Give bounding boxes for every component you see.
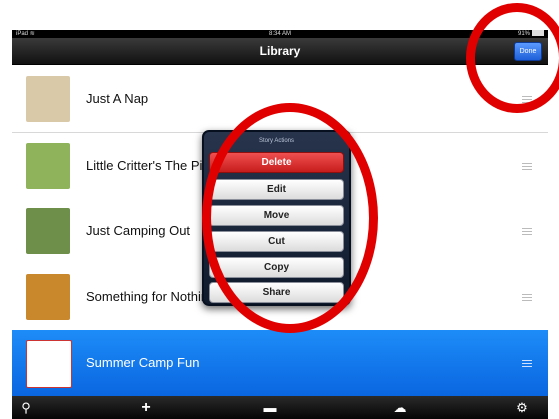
story-title: Just Camping Out	[86, 223, 191, 238]
book-cover	[26, 208, 70, 254]
reorder-handle-icon[interactable]	[522, 294, 532, 303]
move-button[interactable]: Move	[209, 205, 344, 226]
add-icon[interactable]: +	[134, 396, 158, 419]
list-item[interactable]: Just A Nap	[12, 66, 548, 133]
story-title: Summer Camp Fun	[86, 355, 200, 370]
book-cover	[26, 274, 70, 320]
list-item-selected[interactable]: Summer Camp Fun	[12, 330, 548, 397]
settings-icon[interactable]: ⚙	[510, 396, 534, 419]
reorder-handle-icon[interactable]	[522, 228, 532, 237]
search-icon[interactable]: ⚲	[14, 396, 38, 419]
new-folder-icon[interactable]: ▬	[258, 396, 282, 419]
reorder-handle-icon[interactable]	[522, 163, 532, 172]
share-button[interactable]: Share	[209, 282, 344, 303]
done-button[interactable]: Done	[514, 42, 542, 61]
delete-button[interactable]: Delete	[209, 152, 344, 173]
cut-button[interactable]: Cut	[209, 231, 344, 252]
reorder-handle-icon[interactable]	[522, 360, 532, 369]
book-cover	[26, 340, 72, 388]
story-actions-popover: Story Actions Delete Edit Move Cut Copy …	[202, 130, 351, 306]
battery-indicator: 91%	[518, 30, 544, 38]
page-title: Library	[259, 44, 301, 58]
story-title: Just A Nap	[86, 91, 149, 106]
story-title: Something for Nothing	[86, 289, 216, 304]
book-cover	[26, 76, 70, 122]
edit-button[interactable]: Edit	[209, 179, 344, 200]
reorder-handle-icon[interactable]	[522, 96, 532, 105]
navigation-bar: Library Done	[12, 38, 548, 65]
copy-button[interactable]: Copy	[209, 257, 344, 278]
book-cover	[26, 143, 70, 189]
cloud-upload-icon[interactable]: ☁	[388, 396, 412, 419]
clock: 8:34 AM	[268, 31, 291, 37]
popover-title: Story Actions	[258, 138, 294, 144]
bottom-toolbar: ⚲ + ▬ ☁ ⚙	[12, 396, 548, 419]
battery-icon	[532, 30, 544, 37]
status-bar: iPad ≋ 8:34 AM 91%	[12, 30, 548, 38]
